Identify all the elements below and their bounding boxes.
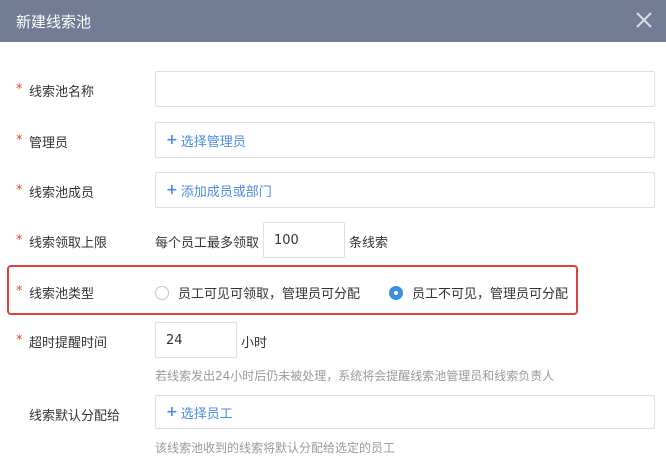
pool-name-input[interactable] bbox=[155, 71, 655, 107]
claim-limit-prefix: 每个员工最多领取 bbox=[155, 236, 260, 251]
form-row-members: * 线索池成员 + 添加成员或部门 bbox=[0, 172, 666, 208]
plus-icon: + bbox=[166, 404, 178, 420]
default-assign-hint: 该线索池收到的线索将默认分配给选定的员工 bbox=[155, 441, 396, 455]
timeout-unit: 小时 bbox=[241, 336, 268, 351]
close-icon[interactable] bbox=[632, 8, 656, 32]
required-mark: * bbox=[16, 333, 23, 348]
form-row-claim-limit: * 线索领取上限 每个员工最多领取 100 条线索 bbox=[0, 222, 666, 258]
plus-icon: + bbox=[166, 132, 178, 148]
radio-checked-icon bbox=[389, 285, 403, 300]
claim-limit-value: 100 bbox=[274, 232, 299, 248]
dialog-header: 新建线索池 bbox=[0, 0, 666, 42]
required-mark: * bbox=[16, 233, 23, 248]
radio-visible-claimable-label: 员工可见可领取，管理员可分配 bbox=[178, 287, 361, 302]
claim-limit-input[interactable]: 100 bbox=[263, 222, 345, 258]
claim-limit-label: 线索领取上限 bbox=[29, 236, 108, 251]
form-row-pool-type: * 线索池类型 员工可见可领取，管理员可分配 员工不可见，管理员可分配 bbox=[0, 274, 666, 308]
timeout-value: 24 bbox=[166, 332, 183, 348]
form-row-timeout: * 超时提醒时间 24 小时 bbox=[0, 322, 666, 358]
radio-invisible[interactable]: 员工不可见，管理员可分配 bbox=[389, 283, 568, 302]
required-mark: * bbox=[16, 183, 23, 198]
radio-visible-claimable[interactable]: 员工可见可领取，管理员可分配 bbox=[155, 283, 360, 302]
pool-name-label: 线索池名称 bbox=[29, 85, 95, 100]
radio-invisible-label: 员工不可见，管理员可分配 bbox=[412, 287, 569, 302]
add-members-field[interactable]: + 添加成员或部门 bbox=[155, 172, 655, 208]
select-admin-link[interactable]: 选择管理员 bbox=[181, 131, 246, 150]
form-row-default-assign: 线索默认分配给 + 选择员工 bbox=[0, 395, 666, 429]
timeout-label: 超时提醒时间 bbox=[29, 336, 108, 351]
form-row-admin: * 管理员 + 选择管理员 bbox=[0, 122, 666, 158]
timeout-hint: 若线索发出24小时后仍未被处理，系统将会提醒线索池管理员和线索负责人 bbox=[155, 369, 555, 383]
add-members-link[interactable]: 添加成员或部门 bbox=[181, 181, 272, 200]
default-assign-label: 线索默认分配给 bbox=[29, 409, 121, 424]
select-employee-field[interactable]: + 选择员工 bbox=[155, 395, 655, 429]
dialog-title: 新建线索池 bbox=[16, 12, 92, 31]
timeout-input[interactable]: 24 bbox=[155, 322, 237, 358]
required-mark: * bbox=[16, 82, 23, 97]
select-admin-field[interactable]: + 选择管理员 bbox=[155, 122, 655, 158]
admin-label: 管理员 bbox=[29, 136, 69, 151]
select-employee-link[interactable]: 选择员工 bbox=[181, 403, 233, 422]
required-mark: * bbox=[16, 133, 23, 148]
claim-limit-suffix: 条线索 bbox=[349, 236, 389, 251]
required-mark: * bbox=[16, 284, 23, 299]
radio-unchecked-icon bbox=[155, 285, 169, 300]
form-row-pool-name: * 线索池名称 bbox=[0, 70, 666, 108]
plus-icon: + bbox=[166, 182, 178, 198]
pool-type-label: 线索池类型 bbox=[29, 287, 95, 302]
members-label: 线索池成员 bbox=[29, 186, 95, 201]
